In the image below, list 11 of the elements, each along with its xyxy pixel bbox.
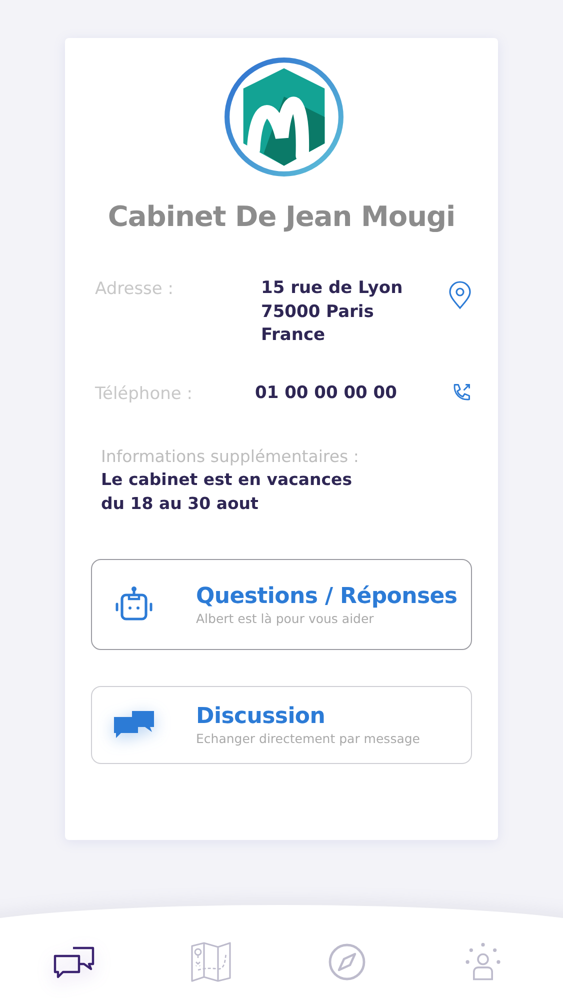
clinic-name: Cabinet De Jean Mougi [106, 200, 456, 233]
faq-button[interactable]: Questions / Réponses Albert est là pour vous aider [91, 559, 472, 650]
logo-icon [222, 56, 344, 178]
location-pin-icon[interactable] [448, 281, 472, 311]
phone-number: 01 00 00 00 00 [255, 382, 398, 404]
info-text: Le cabinet est en vacances du 18 au 30 aout [101, 469, 354, 514]
map-icon [189, 942, 233, 982]
address-text: 15 rue de Lyon 75000 Paris France [261, 277, 404, 347]
discussion-button[interactable]: Discussion Echanger directement par message [91, 686, 472, 764]
field-label: Adresse : [94, 278, 175, 299]
info-label: Informations supplémentaires : [101, 447, 360, 466]
